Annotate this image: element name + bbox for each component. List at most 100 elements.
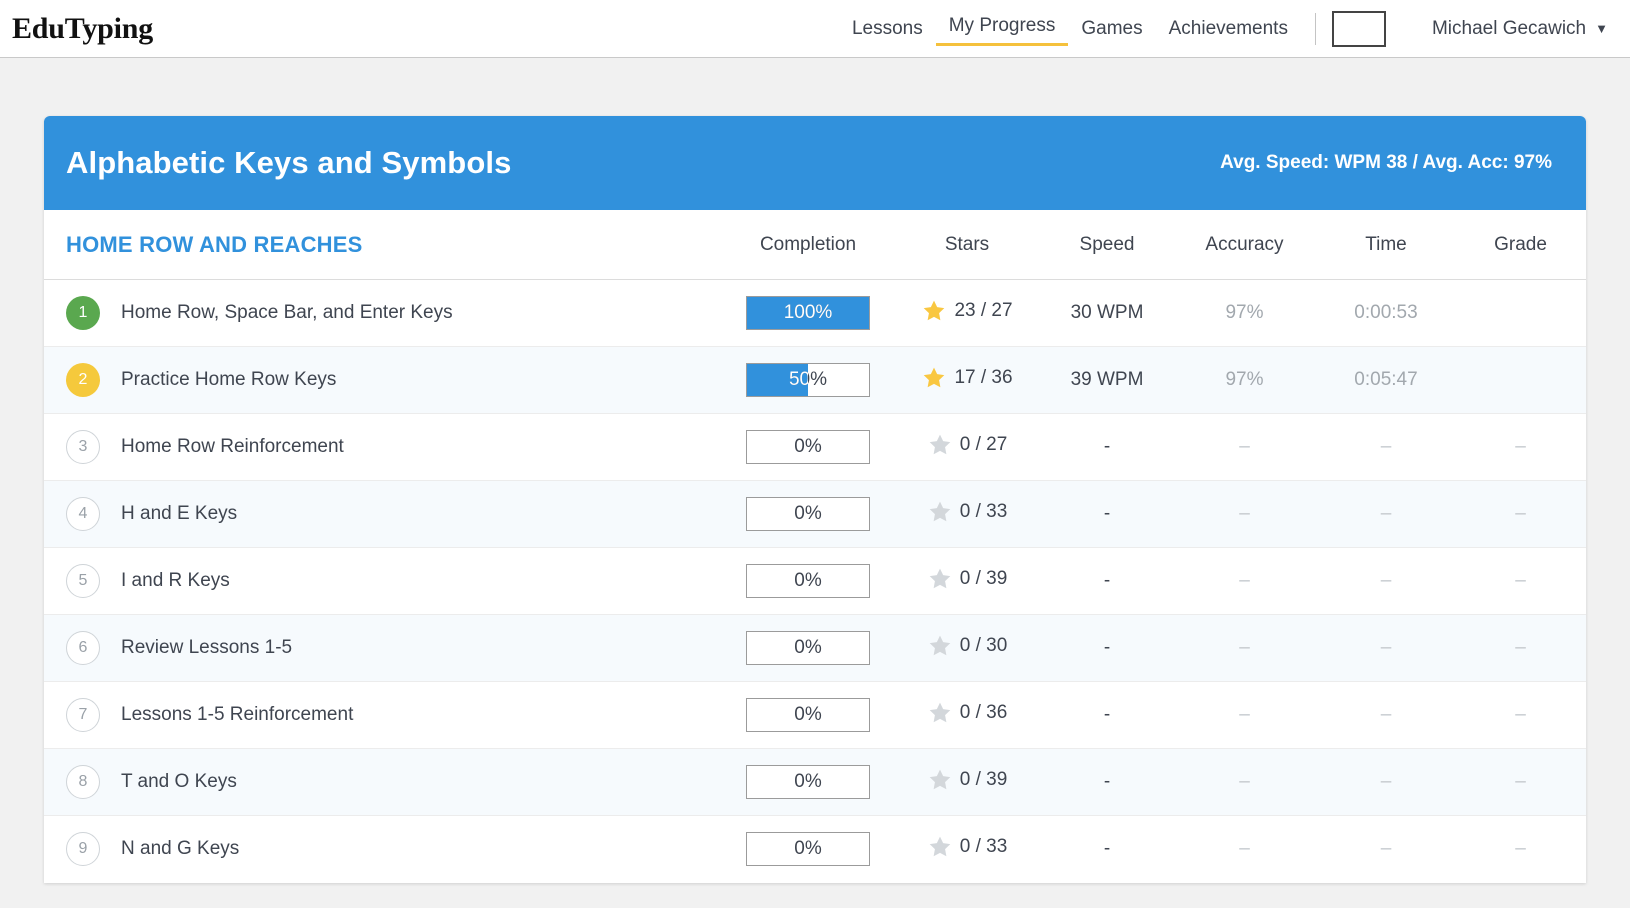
completion-cell: 50% 50% xyxy=(724,346,892,414)
lesson-number-badge: 8 xyxy=(66,765,100,799)
lesson-cell[interactable]: 5 I and R Keys xyxy=(44,547,724,615)
time-cell: – xyxy=(1317,480,1455,548)
stars-cell: 0 / 39 xyxy=(892,748,1042,816)
table-row[interactable]: 8 T and O Keys 0% 0% 0 / 39 - – – – xyxy=(44,748,1586,816)
table-row[interactable]: 9 N and G Keys 0% 0% 0 / 33 - – – – xyxy=(44,816,1586,883)
lesson-number-badge: 7 xyxy=(66,698,100,732)
user-menu[interactable]: Michael Gecawich ▼ xyxy=(1432,18,1608,40)
grade-cell xyxy=(1455,346,1586,414)
lesson-cell[interactable]: 6 Review Lessons 1-5 xyxy=(44,614,724,682)
accuracy-value: 97% xyxy=(1225,302,1264,323)
completion-percent-label: 100% 100% xyxy=(783,302,833,323)
completion-percent-label: 0% 0% xyxy=(794,570,822,591)
speed-cell: - xyxy=(1042,614,1172,682)
time-cell: – xyxy=(1317,614,1455,682)
nav-link-achievements[interactable]: Achievements xyxy=(1156,14,1301,44)
table-row[interactable]: 3 Home Row Reinforcement 0% 0% 0 / 27 - – – – xyxy=(44,413,1586,481)
brand-logo[interactable]: EduTyping xyxy=(12,12,153,46)
completion-cell: 0% 0% xyxy=(724,480,892,548)
accuracy-value: – xyxy=(1239,570,1250,591)
card-header: Alphabetic Keys and Symbols Avg. Speed: … xyxy=(44,116,1586,210)
table-body: 1 Home Row, Space Bar, and Enter Keys 100%… xyxy=(44,279,1586,883)
speed-value: - xyxy=(1103,503,1111,524)
grade-cell: – xyxy=(1455,681,1586,749)
speed-cell: - xyxy=(1042,547,1172,615)
accuracy-value: – xyxy=(1239,503,1250,524)
completion-cell: 0% 0% xyxy=(724,614,892,682)
stars-cell: 0 / 30 xyxy=(892,614,1042,682)
stars-count-label: 0 / 33 xyxy=(959,500,1008,522)
completion-cell: 0% 0% xyxy=(724,681,892,749)
star-icon xyxy=(927,633,953,659)
table-row[interactable]: 4 H and E Keys 0% 0% 0 / 33 - – – – xyxy=(44,480,1586,548)
completion-progress-bar: 0% 0% xyxy=(746,698,870,732)
lesson-number-badge: 9 xyxy=(66,832,100,867)
speed-value: - xyxy=(1103,570,1111,591)
star-icon xyxy=(927,499,953,525)
time-cell: – xyxy=(1317,748,1455,816)
time-value: – xyxy=(1380,704,1392,725)
lesson-cell[interactable]: 4 H and E Keys xyxy=(44,480,724,548)
completion-progress-bar: 50% 50% xyxy=(746,363,870,397)
speed-cell: 30 WPM xyxy=(1042,279,1172,347)
table-row[interactable]: 6 Review Lessons 1-5 0% 0% 0 / 30 - – – – xyxy=(44,614,1586,682)
completion-progress-bar: 0% 0% xyxy=(746,497,870,531)
stars-cell: 0 / 39 xyxy=(892,547,1042,615)
speed-cell: - xyxy=(1042,748,1172,816)
speed-cell: - xyxy=(1042,480,1172,548)
lesson-number-badge: 6 xyxy=(66,631,100,665)
time-value: – xyxy=(1380,570,1392,591)
stars-cell: 0 / 33 xyxy=(892,816,1042,883)
stars-cell: 17 / 36 xyxy=(892,346,1042,414)
lesson-cell[interactable]: 8 T and O Keys xyxy=(44,748,724,816)
speed-cell: - xyxy=(1042,816,1172,883)
column-header-completion: Completion xyxy=(724,210,892,280)
column-header-grade: Grade xyxy=(1455,210,1586,280)
average-stats-label: Avg. Speed: WPM 38 / Avg. Acc: 97% xyxy=(1220,152,1552,173)
accuracy-value: – xyxy=(1239,704,1250,725)
completion-percent-label: 0% 0% xyxy=(794,503,822,524)
completion-progress-bar: 0% 0% xyxy=(746,430,870,464)
grade-value: – xyxy=(1515,637,1526,658)
stars-count-label: 0 / 39 xyxy=(959,567,1008,589)
lesson-progress-table: HOME ROW AND REACHES Completion Stars Sp… xyxy=(44,210,1586,883)
nav-link-games[interactable]: Games xyxy=(1068,14,1155,44)
completion-cell: 0% 0% xyxy=(724,547,892,615)
stars-count-label: 0 / 33 xyxy=(959,835,1008,857)
completion-percent-label: 0% 0% xyxy=(794,704,822,725)
lesson-cell[interactable]: 1 Home Row, Space Bar, and Enter Keys xyxy=(44,279,724,347)
lesson-cell[interactable]: 3 Home Row Reinforcement xyxy=(44,413,724,481)
lesson-cell[interactable]: 2 Practice Home Row Keys xyxy=(44,346,724,414)
nav-link-my-progress[interactable]: My Progress xyxy=(935,11,1069,46)
accuracy-cell: – xyxy=(1172,413,1317,481)
table-row[interactable]: 7 Lessons 1-5 Reinforcement 0% 0% 0 / 36 - – – – xyxy=(44,681,1586,749)
completion-cell: 100% 100% xyxy=(724,279,892,347)
lesson-cell[interactable]: 7 Lessons 1-5 Reinforcement xyxy=(44,681,724,749)
table-row[interactable]: 5 I and R Keys 0% 0% 0 / 39 - – – – xyxy=(44,547,1586,615)
time-cell: 0:05:47 xyxy=(1317,346,1455,414)
time-value: 0:05:47 xyxy=(1354,369,1418,390)
lesson-name-label: Home Row, Space Bar, and Enter Keys xyxy=(121,302,453,323)
accuracy-value: – xyxy=(1239,436,1250,457)
speed-value: - xyxy=(1103,436,1111,457)
lesson-name-label: N and G Keys xyxy=(121,838,240,860)
accuracy-cell: – xyxy=(1172,681,1317,749)
time-cell: – xyxy=(1317,413,1455,481)
table-row[interactable]: 2 Practice Home Row Keys 50% 50% 17 / 36 39 W… xyxy=(44,346,1586,414)
grade-cell: – xyxy=(1455,748,1586,816)
accuracy-value: – xyxy=(1239,771,1250,792)
lesson-name-label: H and E Keys xyxy=(121,503,238,524)
time-value: 0:00:53 xyxy=(1354,302,1418,323)
completion-percent-label: 0% 0% xyxy=(794,771,822,792)
table-row[interactable]: 1 Home Row, Space Bar, and Enter Keys 100%… xyxy=(44,279,1586,347)
avatar-placeholder-icon[interactable] xyxy=(1331,10,1386,47)
completion-percent-label: 0% 0% xyxy=(794,436,822,457)
accuracy-cell: – xyxy=(1172,816,1317,883)
speed-cell: - xyxy=(1042,413,1172,481)
nav-link-lessons[interactable]: Lessons xyxy=(839,14,936,44)
chevron-down-icon: ▼ xyxy=(1595,21,1608,36)
time-cell: – xyxy=(1317,816,1455,883)
time-cell: – xyxy=(1317,547,1455,615)
grade-cell: – xyxy=(1455,816,1586,883)
lesson-cell[interactable]: 9 N and G Keys xyxy=(44,816,724,883)
